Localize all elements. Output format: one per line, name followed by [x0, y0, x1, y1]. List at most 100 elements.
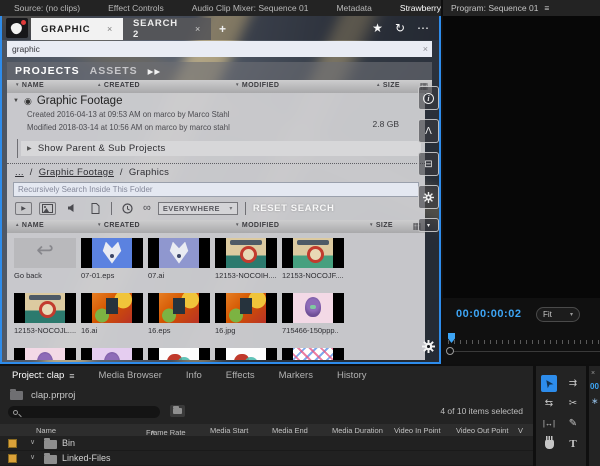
archive-button[interactable]: ⊟ — [418, 152, 439, 176]
strawberry-tab-search2[interactable]: SEARCH 2 × — [123, 18, 211, 40]
program-viewer[interactable] — [443, 16, 600, 298]
show-parent-sub-projects[interactable]: ▶ Show Parent & Sub Projects — [21, 141, 421, 156]
column-size[interactable]: ▲SIZE — [376, 82, 400, 89]
breadcrumb-parent[interactable]: Graphic Footage — [39, 167, 114, 178]
filter-image-button[interactable] — [39, 202, 56, 215]
scrollbar-handle[interactable] — [446, 347, 454, 355]
project-search-box[interactable] — [8, 406, 160, 418]
asset-thumb[interactable] — [148, 238, 210, 268]
asset-tile[interactable] — [215, 348, 279, 360]
asset-thumb[interactable] — [215, 293, 277, 323]
column-video-out-point[interactable]: Video Out Point — [456, 426, 508, 435]
tab-history[interactable]: History — [325, 370, 379, 381]
go-back-tile[interactable]: ↩ Go back — [14, 238, 78, 280]
new-bin-button[interactable] — [170, 405, 185, 417]
filter-video-button[interactable]: ▶ — [15, 202, 32, 215]
tab-source[interactable]: Source: (no clips) — [0, 0, 94, 16]
favorite-star-icon[interactable]: ★ — [372, 21, 383, 35]
asset-tile[interactable] — [282, 348, 346, 360]
close-tab-icon[interactable]: × — [591, 370, 595, 377]
program-header[interactable]: Program: Sequence 01 ≡ — [443, 0, 600, 16]
track-select-forward-tool[interactable]: ⇉ — [565, 375, 581, 392]
tab-media-browser[interactable]: Media Browser — [87, 370, 174, 381]
column-name[interactable]: Name — [36, 426, 56, 435]
razor-tool[interactable]: ✂ — [565, 395, 581, 412]
snap-icon[interactable]: ∗ — [591, 396, 599, 407]
asset-tile[interactable] — [81, 348, 145, 360]
asset-tile[interactable]: 12153-NOCOIH.... — [215, 238, 279, 280]
column-media-start[interactable]: Media Start — [210, 426, 248, 435]
new-tab-icon[interactable]: + — [219, 22, 226, 36]
infinity-icon[interactable]: ∞ — [143, 203, 151, 214]
column-size[interactable]: ▼SIZE — [369, 222, 393, 229]
strawberry-tab-graphic[interactable]: GRAPHIC × — [31, 18, 123, 40]
column-modified[interactable]: ▼MODIFIED — [235, 82, 279, 89]
panel-divider[interactable] — [586, 366, 589, 466]
tab-markers[interactable]: Markers — [267, 370, 325, 381]
asset-thumb[interactable] — [282, 238, 344, 268]
asset-thumb[interactable] — [14, 348, 76, 360]
everywhere-dropdown[interactable]: EVERYWHERE ▾ — [158, 202, 238, 215]
more-options-icon[interactable]: ⋯ — [417, 21, 429, 35]
table-row-bin[interactable]: ∨ Bin — [0, 436, 533, 451]
tab-info[interactable]: Info — [174, 370, 214, 381]
label-color-swatch[interactable] — [8, 454, 17, 463]
asset-tile[interactable] — [14, 348, 78, 360]
label-color-swatch[interactable] — [8, 439, 17, 448]
asset-thumb[interactable] — [215, 238, 277, 268]
chevron-down-icon[interactable]: ∨ — [30, 438, 35, 446]
tab-effect-controls[interactable]: Effect Controls — [94, 0, 178, 16]
asset-thumb[interactable] — [148, 348, 210, 360]
asset-thumb[interactable] — [282, 293, 344, 323]
table-row-linked-files[interactable]: ∨ Linked-Files — [0, 451, 533, 466]
filter-audio-button[interactable] — [63, 202, 80, 215]
asset-tile[interactable]: 07-01.eps — [81, 238, 145, 280]
tab-effects[interactable]: Effects — [214, 370, 267, 381]
filter-document-button[interactable] — [87, 202, 104, 215]
slip-tool[interactable]: |↔| — [541, 415, 557, 432]
asset-tile[interactable]: 16.jpg — [215, 293, 279, 335]
project-row-graphic-footage[interactable]: ▼ ◉ Graphic Footage Created 2016-04-13 a… — [7, 93, 425, 134]
asset-tile[interactable]: 16.ai — [81, 293, 145, 335]
recursive-search-input[interactable] — [13, 182, 419, 197]
measure-button[interactable]: Λ — [418, 119, 439, 143]
asset-tile[interactable]: 16.eps — [148, 293, 212, 335]
asset-tile[interactable]: 715466-150ppp.. — [282, 293, 346, 335]
column-frame-rate[interactable]: Frame Rate ∧ — [146, 426, 150, 435]
column-video-clipped[interactable]: V — [518, 426, 523, 435]
chevron-down-icon[interactable]: ∨ — [30, 453, 35, 461]
asset-tile[interactable]: 12153-NOCOJF.... — [282, 238, 346, 280]
collapse-toolbar-button[interactable]: ▾ — [418, 218, 439, 232]
info-button[interactable]: i — [418, 86, 439, 110]
tab-audio-clip-mixer[interactable]: Audio Clip Mixer: Sequence 01 — [178, 0, 323, 16]
project-file-row[interactable]: clap.prproj — [10, 390, 75, 401]
column-modified[interactable]: ▼MODIFIED — [235, 222, 279, 229]
program-time-ruler[interactable] — [448, 332, 600, 344]
clear-search-icon[interactable]: × — [423, 44, 428, 54]
double-chevron-icon[interactable]: ▶▶ — [148, 67, 162, 76]
asset-thumb[interactable] — [14, 293, 76, 323]
asset-tile[interactable]: 07.ai — [148, 238, 212, 280]
filter-time-button[interactable] — [119, 202, 136, 215]
settings-gear-icon[interactable] — [422, 340, 435, 358]
panel-divider[interactable] — [0, 364, 600, 366]
asset-thumb[interactable] — [81, 348, 143, 360]
refresh-icon[interactable]: ↻ — [395, 21, 405, 35]
collapse-icon[interactable]: ▼ — [13, 98, 19, 104]
timeline-panel-edge[interactable]: × 00 ∗ — [589, 366, 600, 466]
tab-metadata[interactable]: Metadata — [322, 0, 385, 16]
nav-assets[interactable]: ASSETS — [90, 65, 138, 77]
program-timecode[interactable]: 00:00:00:02 — [456, 308, 521, 320]
close-tab-icon[interactable]: × — [107, 24, 113, 34]
asset-thumb[interactable] — [282, 348, 344, 360]
asset-thumb[interactable] — [148, 293, 210, 323]
hand-tool[interactable] — [541, 435, 557, 452]
column-name[interactable]: ▼NAME — [15, 82, 44, 89]
asset-thumb[interactable] — [215, 348, 277, 360]
reset-search-button[interactable]: RESET SEARCH — [253, 203, 335, 214]
asset-thumb[interactable] — [81, 238, 143, 268]
column-video-in-point[interactable]: Video In Point — [394, 426, 441, 435]
close-tab-icon[interactable]: × — [195, 24, 201, 34]
column-created[interactable]: ▲CREATED — [97, 82, 140, 89]
column-name[interactable]: ▲NAME — [15, 222, 44, 229]
